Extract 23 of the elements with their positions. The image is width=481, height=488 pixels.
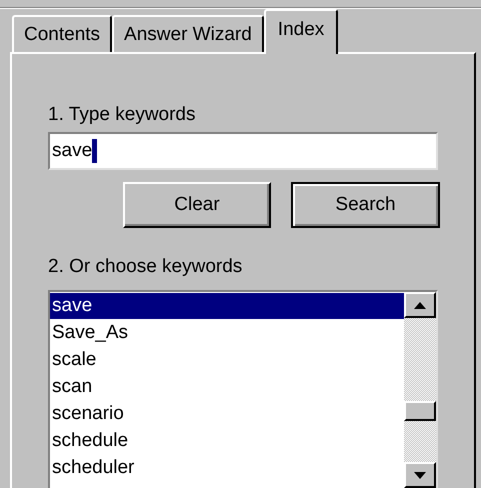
list-item[interactable]: scan: [50, 374, 404, 400]
tab[interactable]: Contents: [12, 15, 112, 52]
scroll-down-button[interactable]: [404, 462, 436, 488]
tab[interactable]: Index: [264, 9, 338, 54]
list-item[interactable]: schedule: [50, 428, 404, 454]
tab[interactable]: Answer Wizard: [112, 15, 264, 52]
list-item[interactable]: scenario: [50, 401, 404, 427]
scrollbar[interactable]: [404, 292, 436, 488]
dialog-button[interactable]: Search: [291, 182, 440, 228]
list-item[interactable]: scale: [50, 347, 404, 373]
dialog-button[interactable]: Clear: [123, 182, 271, 228]
list-item[interactable]: Save_As: [50, 320, 404, 346]
keyword-input-field[interactable]: save: [48, 132, 438, 170]
text-cursor: [92, 139, 98, 163]
up-arrow-icon: [414, 302, 426, 308]
keyword-list[interactable]: save Save_As scale scan scenario schedule scheduler: [48, 290, 438, 488]
field-label: 2. Or choose keywords: [48, 256, 242, 279]
down-arrow-icon: [414, 472, 426, 478]
scroll-up-button[interactable]: [404, 292, 436, 318]
field-label: 1. Type keywords: [48, 104, 196, 127]
list-item[interactable]: scheduler: [50, 455, 404, 481]
list-item[interactable]: save: [50, 293, 404, 319]
scroll-thumb[interactable]: [404, 401, 436, 421]
